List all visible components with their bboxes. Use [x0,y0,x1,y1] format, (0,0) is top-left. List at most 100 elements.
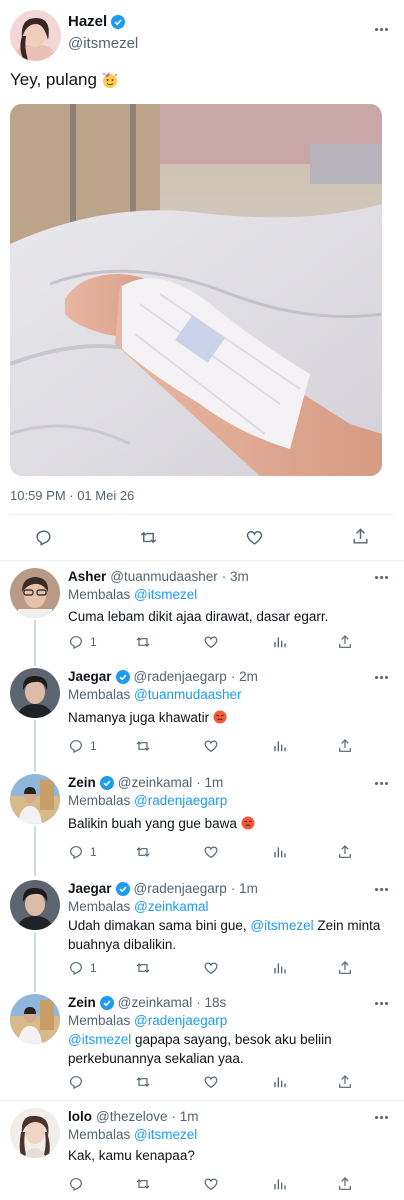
heart-icon[interactable] [203,844,219,860]
avatar[interactable] [10,1108,60,1158]
user-handle[interactable]: @radenjaegarp [134,881,227,896]
display-name-text[interactable]: Hazel [68,13,107,30]
replying-to-label: Membalas [68,1013,131,1028]
divider [0,560,404,561]
display-name[interactable]: Zein [68,995,96,1010]
share-icon[interactable] [351,527,370,546]
heart-icon[interactable] [203,738,219,754]
reply-action[interactable]: 1 [68,844,97,860]
verified-badge-icon [115,881,130,896]
avatar[interactable] [10,10,61,61]
user-handle[interactable]: @radenjaegarp [134,669,227,684]
reply-action[interactable]: 1 [68,960,97,976]
retweet-icon[interactable] [135,960,151,976]
more-icon[interactable] [372,24,390,34]
tweet-text: Yey, pulang [10,70,119,90]
replying-to-label: Membalas [68,899,131,914]
more-icon[interactable] [372,1112,390,1122]
user-handle[interactable]: @tuanmudaasher [110,569,218,584]
user-handle[interactable]: @itsmezel [68,35,138,52]
replying-to-label: Membalas [68,1127,131,1142]
tweet-time[interactable]: · 3m [222,569,249,584]
more-icon[interactable] [372,672,390,682]
reply-action[interactable]: 1 [68,634,97,650]
reply-icon[interactable] [68,1176,84,1192]
verified-badge-icon [111,14,126,29]
mention-link[interactable]: @radenjaegarp [134,793,227,808]
share-icon[interactable] [337,844,353,860]
heart-icon[interactable] [203,1176,219,1192]
tweet-time[interactable]: · 1m [196,775,223,790]
tweet-timestamp[interactable]: 10:59 PM · 01 Mei 26 [10,488,134,503]
display-name[interactable]: Jaegar [68,669,112,684]
mention-link[interactable]: @itsmezel [134,587,197,602]
share-icon[interactable] [337,634,353,650]
reply-icon [70,636,82,649]
avatar[interactable] [10,568,60,618]
retweet-icon[interactable] [135,1176,151,1192]
reply-header: Asher @tuanmudaasher · 3m [68,569,249,584]
share-icon[interactable] [337,1074,353,1090]
avatar[interactable] [10,880,60,930]
display-name[interactable]: Asher [68,569,106,584]
more-icon[interactable] [372,884,390,894]
tweet-time[interactable]: · 1m [231,881,258,896]
heart-icon[interactable] [245,528,264,547]
analytics-icon[interactable] [271,1176,287,1192]
tweet-photo[interactable] [10,104,382,476]
more-icon[interactable] [372,572,390,582]
tweet-time[interactable]: · 1m [172,1109,199,1124]
analytics-icon[interactable] [271,738,287,754]
display-name[interactable]: Jaegar [68,881,112,896]
share-icon[interactable] [337,1176,353,1192]
divider [10,514,394,515]
analytics-icon[interactable] [271,844,287,860]
retweet-icon[interactable] [135,738,151,754]
more-icon[interactable] [372,778,390,788]
retweet-icon[interactable] [135,844,151,860]
mention-link[interactable]: @tuanmudaasher [134,687,242,702]
verified-badge-icon [115,669,130,684]
reply-icon [70,740,82,753]
retweet-icon[interactable] [135,634,151,650]
avatar[interactable] [10,668,60,718]
share-icon[interactable] [337,738,353,754]
reply-text: Kak, kamu kenapaa? [68,1148,195,1163]
heart-icon[interactable] [203,1074,219,1090]
mention-link[interactable]: @zeinkamal [134,899,208,914]
replying-to: Membalas @zeinkamal [68,899,209,914]
mention-link[interactable]: @itsmezel [68,1032,131,1047]
user-handle[interactable]: @zeinkamal [118,995,192,1010]
reply-action[interactable]: 1 [68,738,97,754]
mention-link[interactable]: @itsmezel [250,918,313,933]
mention-link[interactable]: @itsmezel [134,1127,197,1142]
user-handle[interactable]: @thezelove [96,1109,168,1124]
retweet-icon[interactable] [139,528,158,547]
heart-icon[interactable] [203,960,219,976]
analytics-icon[interactable] [271,960,287,976]
reply-icon[interactable] [68,1074,84,1090]
more-icon[interactable] [372,998,390,1008]
analytics-icon[interactable] [271,634,287,650]
tweet-time[interactable]: · 18s [196,995,226,1010]
reply-actions: 1 [0,738,404,758]
display-name[interactable]: Zein [68,775,96,790]
reply-icon[interactable] [34,528,53,547]
avatar[interactable] [10,994,60,1044]
reply-count: 1 [90,845,97,859]
heart-icon[interactable] [203,634,219,650]
reply-count: 1 [90,961,97,975]
display-name[interactable]: lolo [68,1109,92,1124]
share-icon[interactable] [337,960,353,976]
tweet-time[interactable]: · 2m [231,669,258,684]
mention-link[interactable]: @radenjaegarp [134,1013,227,1028]
analytics-icon[interactable] [271,1074,287,1090]
reply-count: 1 [90,739,97,753]
user-handle[interactable]: @zeinkamal [118,775,192,790]
display-name[interactable]: Hazel [68,13,126,30]
retweet-icon[interactable] [135,1074,151,1090]
verified-badge-icon [99,775,114,790]
reply-actions [0,1074,404,1094]
avatar[interactable] [10,774,60,824]
replying-to: Membalas @itsmezel [68,1127,197,1142]
